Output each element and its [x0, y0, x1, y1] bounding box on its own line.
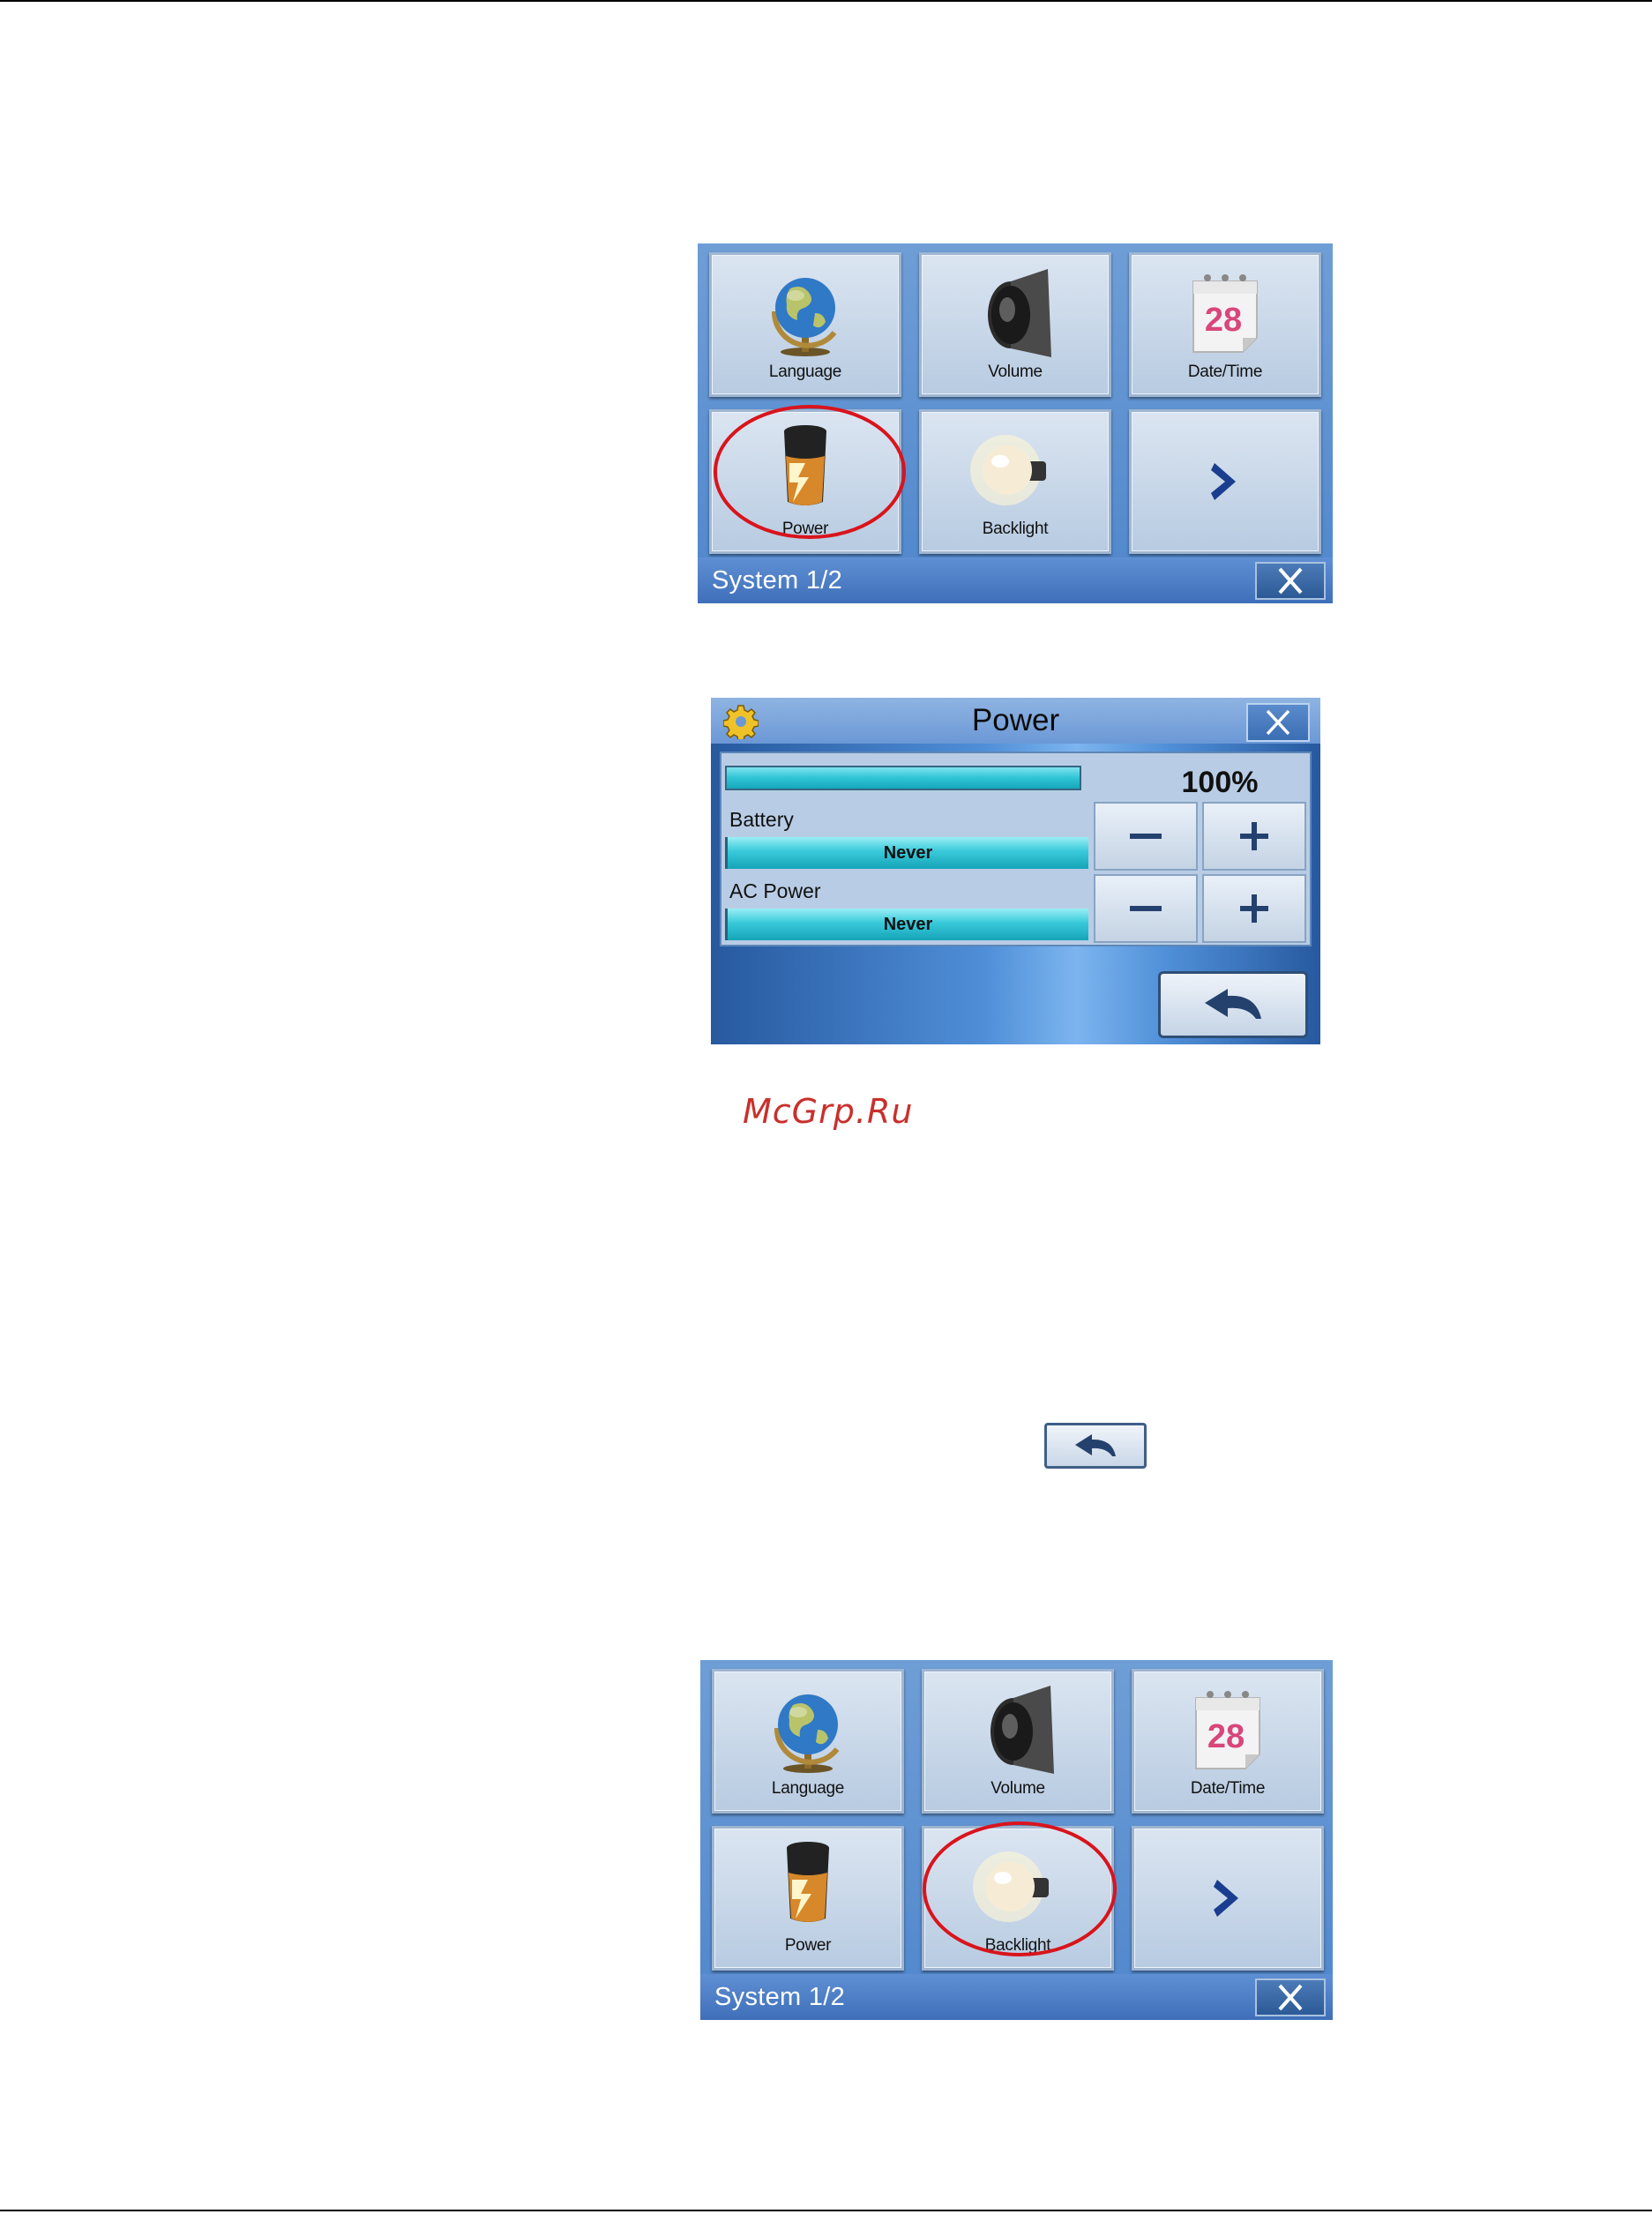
chevron-right-icon	[1214, 1880, 1238, 1917]
tile-label: Date/Time	[1187, 363, 1263, 381]
system-footer: System 1/2	[700, 1974, 1333, 2020]
power-level-bar	[725, 766, 1081, 790]
tile-label: Volume	[988, 363, 1043, 381]
next-page-tile[interactable]	[1132, 1826, 1324, 1971]
backlight-tile[interactable]: Backlight	[919, 409, 1111, 554]
tile-label: Power	[784, 1936, 832, 1955]
speaker-icon	[988, 269, 1051, 357]
tile-label: Language	[768, 363, 842, 381]
back-button-inline	[1044, 1423, 1147, 1469]
ac-power-value-bar: Never	[725, 909, 1088, 940]
ac-power-label: AC Power	[729, 879, 821, 902]
system-menu-panel-1: Language Volume 28 Date/Time Power Backl…	[698, 243, 1333, 603]
ac-power-value: Never	[883, 915, 933, 934]
power-tile[interactable]: Power	[712, 1826, 904, 1971]
language-tile[interactable]: Language	[709, 252, 901, 397]
close-icon	[1278, 567, 1303, 595]
battery-decrease-button[interactable]	[1094, 802, 1198, 871]
battery-value: Never	[883, 843, 933, 863]
plus-icon	[1240, 894, 1268, 923]
calendar-icon: 28	[1195, 1691, 1260, 1769]
close-button[interactable]	[1255, 562, 1326, 600]
next-page-tile[interactable]	[1129, 409, 1321, 554]
speaker-icon	[990, 1686, 1054, 1774]
back-arrow-icon	[1205, 989, 1261, 1019]
close-button[interactable]	[1255, 1978, 1326, 2016]
system-menu-panel-2: Language Volume 28 Date/Time Power Backl…	[700, 1660, 1333, 2020]
ac-power-increase-button[interactable]	[1202, 874, 1306, 943]
footer-title: System 1/2	[714, 1983, 846, 2011]
language-tile[interactable]: Language	[712, 1669, 904, 1814]
highlight-circle	[923, 1821, 1117, 1956]
power-level-percent: 100%	[1181, 766, 1259, 799]
close-icon	[1266, 709, 1290, 736]
battery-icon	[787, 1842, 829, 1922]
power-title-bar: Power	[711, 698, 1320, 744]
battery-value-bar: Never	[725, 837, 1088, 869]
system-footer: System 1/2	[698, 557, 1333, 603]
tile-label: Volume	[990, 1779, 1045, 1798]
globe-icon	[774, 1694, 840, 1773]
bottom-rule	[0, 2210, 1652, 2211]
minus-icon	[1130, 834, 1162, 839]
plus-icon	[1240, 822, 1268, 850]
power-settings-body: 100% Battery Never AC Power Never	[720, 752, 1312, 946]
minus-icon	[1130, 906, 1162, 911]
calendar-icon: 28	[1192, 274, 1258, 353]
footer-title: System 1/2	[712, 566, 843, 595]
highlight-circle	[714, 405, 906, 539]
tile-label: Date/Time	[1190, 1779, 1266, 1798]
tile-label: Backlight	[982, 520, 1049, 538]
close-button[interactable]	[1246, 703, 1310, 742]
globe-icon	[771, 278, 837, 356]
dialog-title: Power	[971, 703, 1060, 737]
close-icon	[1278, 1984, 1303, 2011]
calendar-day: 28	[1207, 1718, 1245, 1755]
bulb-icon	[970, 435, 1046, 505]
back-arrow-icon	[1075, 1434, 1116, 1456]
watermark: McGrp.Ru	[743, 1092, 914, 1131]
battery-label: Battery	[729, 808, 794, 831]
volume-tile[interactable]: Volume	[922, 1669, 1114, 1814]
back-button[interactable]	[1158, 971, 1308, 1038]
calendar-day: 28	[1205, 302, 1242, 339]
date-time-tile[interactable]: 28 Date/Time	[1132, 1669, 1324, 1814]
ac-power-decrease-button[interactable]	[1094, 874, 1198, 943]
power-dialog: Power 100% Battery Never AC Power Never	[711, 698, 1320, 1044]
top-rule	[0, 0, 1652, 2]
chevron-right-icon	[1211, 463, 1236, 500]
date-time-tile[interactable]: 28 Date/Time	[1129, 252, 1321, 397]
battery-increase-button[interactable]	[1202, 802, 1306, 871]
volume-tile[interactable]: Volume	[919, 252, 1111, 397]
tile-label: Language	[771, 1779, 845, 1798]
